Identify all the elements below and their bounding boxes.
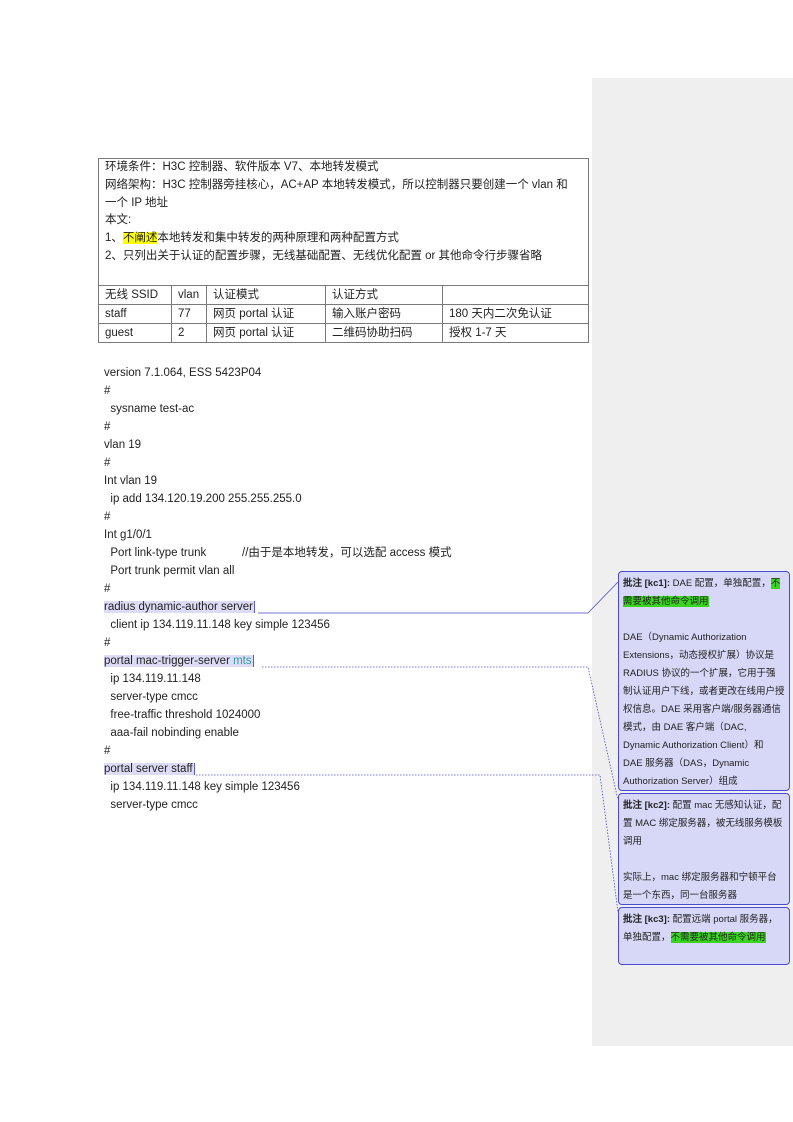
comment-label: 批注 [kc1]: xyxy=(623,578,670,589)
comment-text: DAE 配置，单独配置， xyxy=(669,578,771,589)
leader-line-kc3 xyxy=(196,774,619,913)
comment-label: 批注 [kc2]: xyxy=(623,800,670,811)
comment-heading: 批注 [kc3]: 配置远端 portal 服务器，单独配置，不需要被其他命令调… xyxy=(623,911,785,947)
comment-balloon-kc3[interactable]: 批注 [kc3]: 配置远端 portal 服务器，单独配置，不需要被其他命令调… xyxy=(618,907,790,965)
leader-line-kc2 xyxy=(262,666,619,801)
comment-label: 批注 [kc3]: xyxy=(623,914,670,925)
comment-body: DAE（Dynamic Authorization Extensions，动态授… xyxy=(623,632,785,787)
comment-balloon-kc1[interactable]: 批注 [kc1]: DAE 配置，单独配置，不需要被其他命令调用 DAE（Dyn… xyxy=(618,571,790,791)
highlighted-text: 不 xyxy=(770,578,781,589)
leader-line-kc1 xyxy=(258,581,619,614)
comment-balloon-kc2[interactable]: 批注 [kc2]: 配置 mac 无感知认证，配置 MAC 绑定服务器，被无线服… xyxy=(618,793,790,905)
highlighted-text: 不需要被其他命令调用 xyxy=(670,932,766,943)
comment-body: 实际上，mac 绑定服务器和宁顿平台是一个东西，同一台服务器 xyxy=(623,872,777,901)
comment-heading: 批注 [kc2]: 配置 mac 无感知认证，配置 MAC 绑定服务器，被无线服… xyxy=(623,797,785,851)
comment-heading: 批注 [kc1]: DAE 配置，单独配置，不需要被其他命令调用 xyxy=(623,575,785,611)
highlighted-text: 需要被其他命令调用 xyxy=(623,596,709,607)
